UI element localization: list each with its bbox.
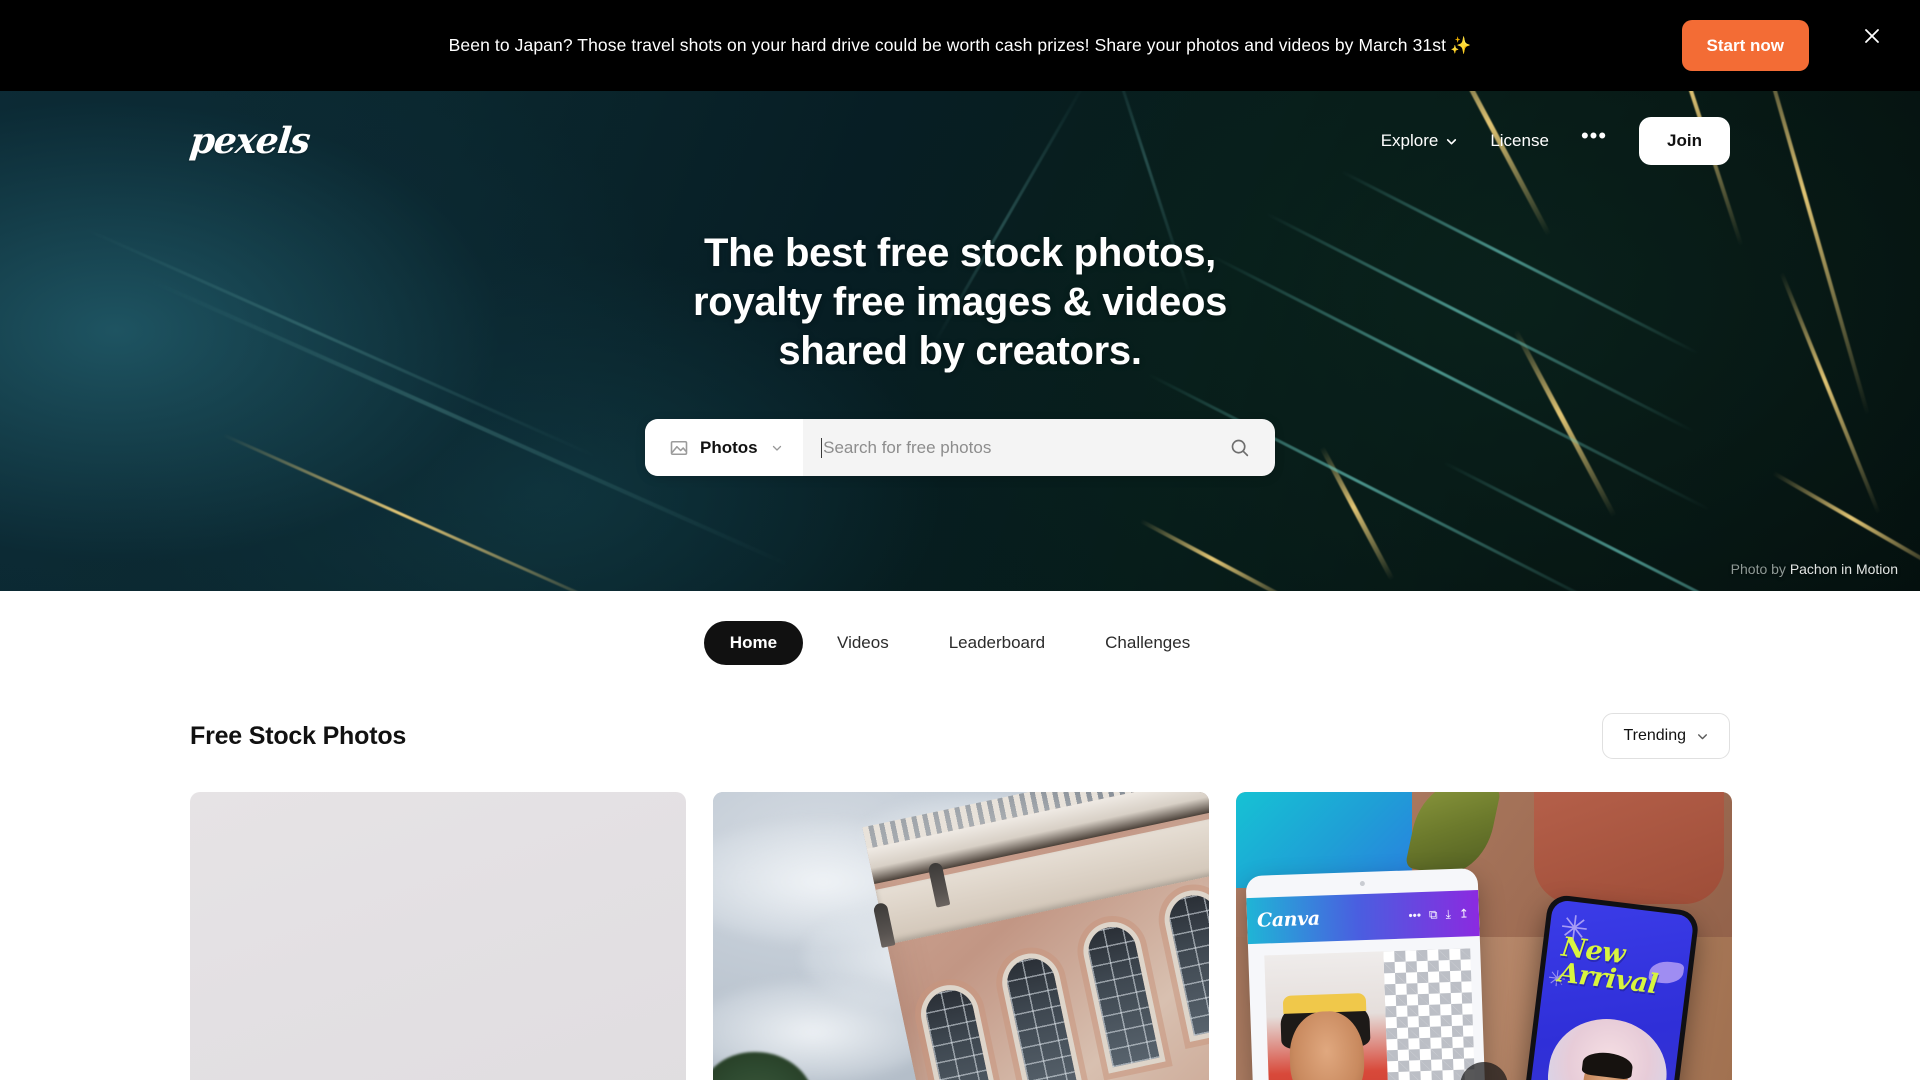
nav-item-license[interactable]: License — [1474, 121, 1565, 161]
arched-window — [996, 948, 1085, 1080]
photo-card-canva-video[interactable]: Canva ••• ⧉ ⤓ ↥ ✳ ✳ New Arrival — [1236, 792, 1732, 1080]
promo-message: Been to Japan? Those travel shots on you… — [449, 35, 1472, 56]
nav-item-explore[interactable]: Explore — [1365, 121, 1475, 161]
nav-item-explore-label: Explore — [1380, 131, 1439, 150]
search-type-label: Photos — [700, 437, 758, 457]
photo-credit-author[interactable]: Pachon in Motion — [1790, 561, 1898, 577]
join-button[interactable]: Join — [1639, 117, 1730, 165]
phone-headline: New Arrival — [1557, 932, 1662, 1001]
share-icon: ↥ — [1458, 906, 1470, 921]
primary-nav: Explore License ••• Join — [1365, 117, 1730, 165]
page-title: The best free stock photos, royalty free… — [692, 231, 1228, 373]
promo-banner: Been to Japan? Those travel shots on you… — [0, 0, 1920, 91]
canva-canvas — [1264, 948, 1477, 1080]
tab-videos[interactable]: Videos — [811, 621, 915, 665]
canva-app-toolbar: Canva ••• ⧉ ⤓ ↥ — [1246, 890, 1480, 945]
start-now-button[interactable]: Start now — [1681, 20, 1809, 71]
search-bar: Photos — [645, 419, 1275, 477]
search-type-selector[interactable]: Photos — [645, 419, 803, 477]
chevron-down-icon — [1447, 138, 1457, 144]
transparency-checkerboard — [1383, 948, 1477, 1080]
search-field[interactable] — [803, 419, 1275, 477]
text-caret — [820, 437, 823, 458]
arched-window — [915, 979, 1004, 1080]
image-icon — [670, 440, 688, 455]
subject-photo — [1264, 951, 1390, 1080]
building-facade — [862, 792, 1209, 1080]
hero-section: pexels Explore License ••• Join The best… — [0, 91, 1920, 591]
promo-message-text: Been to Japan? Those travel shots on you… — [448, 35, 1447, 55]
photo-card-placeholder[interactable] — [190, 792, 686, 1080]
nav-item-license-label: License — [1490, 131, 1549, 150]
phone-device: ✳ ✳ New Arrival — [1520, 893, 1700, 1080]
chevron-down-icon — [1698, 733, 1707, 739]
close-icon[interactable] — [1854, 18, 1890, 54]
copy-icon: ⧉ — [1428, 906, 1438, 922]
plant-pot — [1534, 792, 1724, 904]
chevron-down-icon — [772, 445, 781, 451]
tablet-device: Canva ••• ⧉ ⤓ ↥ — [1245, 868, 1487, 1080]
tab-challenges[interactable]: Challenges — [1079, 621, 1216, 665]
canva-logo: Canva — [1256, 907, 1321, 932]
search-icon[interactable] — [1213, 419, 1265, 476]
pexels-logo[interactable]: pexels — [188, 120, 312, 162]
content-tabs: Home Videos Leaderboard Challenges — [0, 591, 1920, 665]
section-title: Free Stock Photos — [190, 721, 407, 750]
sort-dropdown-label: Trending — [1623, 727, 1686, 744]
more-options-icon: ••• — [1408, 908, 1422, 923]
phone-screen: ✳ ✳ New Arrival — [1525, 899, 1695, 1080]
photo-card-building[interactable] — [713, 792, 1209, 1080]
sparkles-icon: ✨ — [1450, 36, 1472, 55]
photo-grid: Canva ••• ⧉ ⤓ ↥ ✳ ✳ New Arrival — [0, 759, 1920, 1080]
search-input[interactable] — [823, 419, 1213, 477]
site-header: pexels Explore License ••• Join — [0, 91, 1920, 165]
hero-content: The best free stock photos, royalty free… — [0, 229, 1920, 477]
tab-leaderboard[interactable]: Leaderboard — [923, 621, 1071, 665]
section-header: Free Stock Photos Trending — [0, 665, 1920, 759]
sort-dropdown-button[interactable]: Trending — [1602, 713, 1730, 759]
download-icon: ⤓ — [1445, 906, 1452, 921]
arched-window — [1159, 885, 1209, 1042]
tab-home[interactable]: Home — [703, 621, 804, 665]
more-menu-icon[interactable]: ••• — [1565, 121, 1623, 161]
photo-credit: Photo by Pachon in Motion — [1731, 561, 1898, 577]
photo-credit-prefix: Photo by — [1730, 561, 1786, 577]
arched-window — [1078, 916, 1166, 1074]
